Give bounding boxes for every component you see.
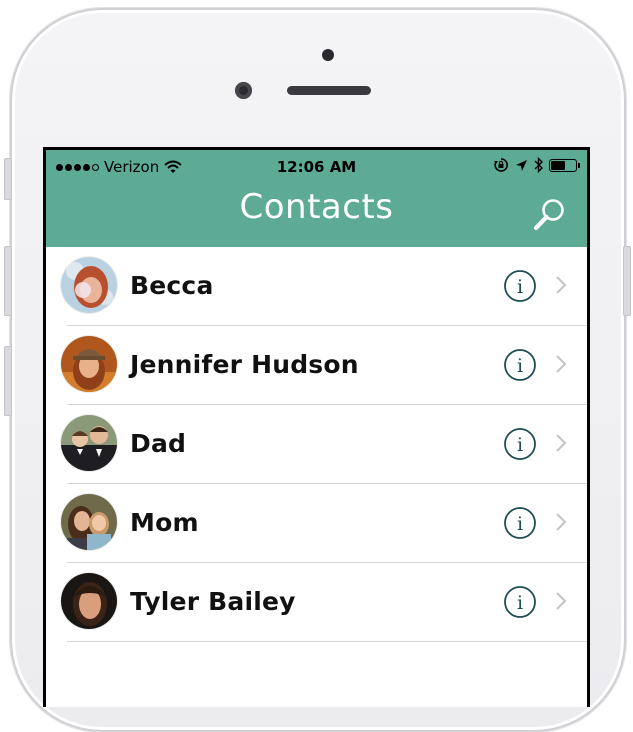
contact-name: Mom bbox=[130, 508, 199, 537]
contact-avatar bbox=[61, 336, 117, 392]
svg-text:i: i bbox=[517, 513, 523, 535]
contact-avatar bbox=[61, 257, 117, 313]
contact-row-dad[interactable]: Dad i bbox=[46, 405, 587, 484]
contact-avatar bbox=[61, 573, 117, 629]
chevron-right-icon bbox=[556, 513, 567, 531]
chevron-right-icon bbox=[556, 434, 567, 452]
volume-up-button bbox=[4, 246, 12, 316]
search-icon[interactable] bbox=[531, 197, 567, 233]
contact-row-jennifer-hudson[interactable]: Jennifer Hudson i bbox=[46, 326, 587, 405]
svg-text:i: i bbox=[517, 592, 523, 614]
status-bar: Verizon 12:06 AM bbox=[46, 150, 587, 185]
chevron-right-icon bbox=[556, 592, 567, 610]
info-icon[interactable]: i bbox=[503, 506, 537, 540]
battery-icon bbox=[549, 158, 580, 172]
contact-avatar bbox=[61, 415, 117, 471]
chevron-right-icon bbox=[556, 355, 567, 373]
contact-row-becca[interactable]: Becca i bbox=[46, 247, 587, 326]
navigation-bar: Contacts bbox=[46, 185, 587, 247]
app-view: Verizon 12:06 AM Contacts Becca i Jennif… bbox=[46, 150, 587, 707]
contact-avatar bbox=[61, 494, 117, 550]
info-icon[interactable]: i bbox=[503, 427, 537, 461]
contact-row-mom[interactable]: Mom i bbox=[46, 484, 587, 563]
proximity-sensor bbox=[322, 49, 334, 61]
info-icon[interactable]: i bbox=[503, 585, 537, 619]
info-icon[interactable]: i bbox=[503, 269, 537, 303]
contacts-list: Becca i Jennifer Hudson i Dad i Mom i Ty… bbox=[46, 247, 587, 642]
info-icon[interactable]: i bbox=[503, 348, 537, 382]
svg-text:i: i bbox=[517, 355, 523, 377]
front-camera bbox=[235, 82, 252, 99]
bluetooth-icon bbox=[534, 157, 543, 173]
power-button bbox=[623, 246, 631, 316]
contact-name: Becca bbox=[130, 271, 214, 300]
row-divider bbox=[67, 641, 587, 642]
contact-name: Jennifer Hudson bbox=[130, 350, 359, 379]
chevron-right-icon bbox=[556, 276, 567, 294]
location-arrow-icon bbox=[516, 159, 527, 171]
mute-switch bbox=[4, 158, 12, 200]
volume-down-button bbox=[4, 346, 12, 416]
svg-text:i: i bbox=[517, 434, 523, 456]
contact-name: Tyler Bailey bbox=[130, 587, 296, 616]
contact-name: Dad bbox=[130, 429, 187, 458]
contact-row-tyler-bailey[interactable]: Tyler Bailey i bbox=[46, 563, 587, 642]
orientation-lock-icon bbox=[494, 158, 508, 172]
earpiece-speaker bbox=[287, 86, 371, 95]
svg-text:i: i bbox=[517, 276, 523, 298]
status-right bbox=[493, 157, 580, 173]
screen: Verizon 12:06 AM Contacts Becca i Jennif… bbox=[43, 147, 590, 707]
page-title: Contacts bbox=[239, 187, 394, 227]
